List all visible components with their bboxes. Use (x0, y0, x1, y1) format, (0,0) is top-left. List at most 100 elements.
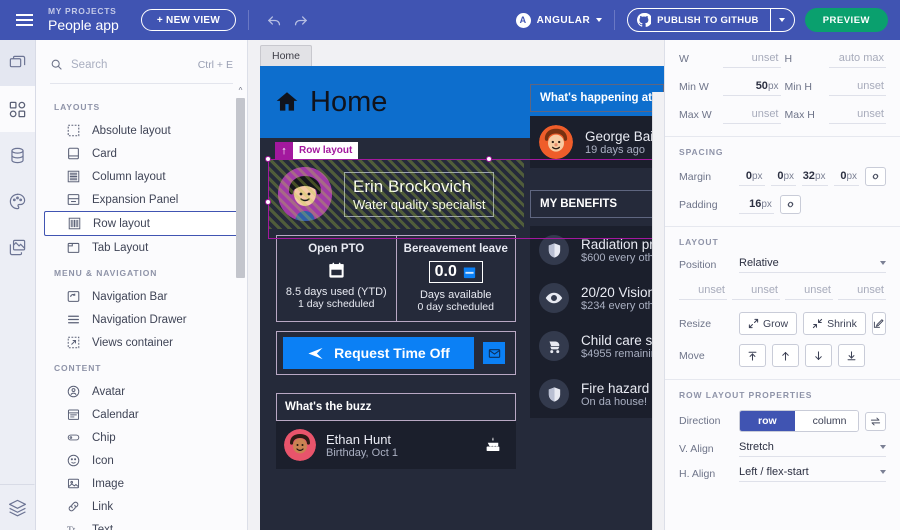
grow-button[interactable]: Grow (739, 312, 797, 335)
pto-card-bereavement[interactable]: Bereavement leave 0.0 Days avai (396, 236, 516, 321)
benefit-item[interactable]: 20/20 Vision $234 every oth (530, 274, 664, 322)
publish-dropdown-button[interactable] (770, 9, 794, 31)
benefit-item[interactable]: Fire hazard p On da house! (530, 370, 664, 418)
palette-item-label: Avatar (92, 386, 125, 398)
min-width-label: Min W (679, 81, 719, 93)
min-height-input[interactable]: unset (829, 78, 887, 96)
theme-icon[interactable] (0, 178, 35, 224)
offset-right-input[interactable]: unset (732, 282, 780, 300)
resize-label: Resize (679, 318, 733, 330)
resize-handle[interactable] (265, 156, 271, 162)
redo-icon[interactable] (287, 7, 313, 33)
pages-icon[interactable] (0, 40, 35, 86)
move-to-bottom-icon[interactable] (838, 344, 865, 367)
valign-select[interactable]: Stretch (739, 441, 886, 457)
palette-scrollbar[interactable]: ^ (236, 86, 245, 530)
media-icon[interactable] (0, 224, 35, 270)
canvas-stage[interactable]: Home (260, 66, 664, 530)
palette-item-icon[interactable]: Icon (44, 449, 239, 472)
offset-left-input[interactable]: unset (838, 282, 886, 300)
position-select[interactable]: Relative (739, 257, 886, 273)
margin-bottom-input[interactable]: 32px (802, 168, 828, 186)
margin-left-input[interactable]: 0px (834, 168, 860, 186)
move-down-icon[interactable] (805, 344, 832, 367)
search-shortcut: Ctrl + E (198, 59, 233, 71)
palette-item-tab-layout[interactable]: Tab Layout (44, 236, 239, 259)
palette-item-row-layout[interactable]: Row layout (44, 211, 239, 236)
width-input[interactable]: unset (723, 50, 781, 68)
search-icon (50, 58, 63, 71)
palette-item-label: Navigation Drawer (92, 314, 187, 326)
buzz-item[interactable]: Ethan Hunt Birthday, Oct 1 (276, 421, 516, 469)
palette-item-calendar[interactable]: Calendar (44, 403, 239, 426)
undo-icon[interactable] (261, 7, 287, 33)
min-width-input[interactable]: 50px (723, 78, 781, 96)
search-bar[interactable]: Search Ctrl + E (50, 46, 233, 84)
max-width-input[interactable]: unset (723, 106, 781, 124)
palette-item-card[interactable]: Card (44, 142, 239, 165)
palette-item-expansion-panel[interactable]: Expansion Panel (44, 188, 239, 211)
selection-badge[interactable]: ↑ Row layout (275, 142, 358, 159)
scroll-up-icon[interactable]: ^ (236, 86, 245, 96)
search-input[interactable]: Search (71, 59, 190, 71)
swap-icon[interactable] (865, 412, 886, 431)
hamburger-icon[interactable] (0, 14, 48, 26)
bereavement-value-box[interactable]: 0.0 (429, 261, 483, 283)
offset-top-input[interactable]: unset (679, 282, 727, 300)
padding-label: Padding (679, 199, 733, 211)
benefit-item-name: Fire hazard p (581, 381, 661, 396)
margin-top-input[interactable]: 0px (739, 168, 765, 186)
palette-item-label: Image (92, 478, 124, 490)
direction-toggle[interactable]: row column (739, 410, 859, 432)
move-up-icon[interactable]: ↑ (275, 142, 293, 159)
margin-right-input[interactable]: 0px (771, 168, 797, 186)
direction-row-option[interactable]: row (740, 411, 795, 431)
framework-selector[interactable]: A ANGULAR (516, 13, 603, 28)
palette-item-chip[interactable]: Chip (44, 426, 239, 449)
publish-to-github-button[interactable]: PUBLISH TO GITHUB (627, 8, 795, 32)
move-up-icon[interactable] (772, 344, 799, 367)
tab-home[interactable]: Home (260, 45, 312, 66)
halign-select[interactable]: Left / flex-start (739, 466, 886, 482)
properties-panel: W unset H auto max Min W 50px Min H unse… (664, 40, 900, 530)
request-time-off-button[interactable]: Request Time Off (283, 337, 474, 369)
shrink-button[interactable]: Shrink (803, 312, 866, 335)
palette-item-absolute-layout[interactable]: Absolute layout (44, 119, 239, 142)
divider (614, 10, 615, 30)
direction-column-option[interactable]: column (795, 411, 859, 431)
palette-item-navigation-bar[interactable]: Navigation Bar (44, 285, 239, 308)
data-icon[interactable] (0, 132, 35, 178)
resize-handle[interactable] (265, 199, 271, 205)
new-view-button[interactable]: + NEW VIEW (141, 9, 236, 31)
palette-item-avatar[interactable]: Avatar (44, 380, 239, 403)
palette-item-link[interactable]: Link (44, 495, 239, 518)
max-height-input[interactable]: unset (829, 106, 887, 124)
move-to-top-icon[interactable] (739, 344, 766, 367)
layers-icon[interactable] (0, 484, 35, 530)
offset-bottom-input[interactable]: unset (785, 282, 833, 300)
selection-frame[interactable]: ↑ Row layout (268, 159, 664, 239)
components-icon[interactable] (0, 86, 35, 132)
halign-value: Left / flex-start (739, 466, 809, 478)
palette-item-image[interactable]: Image (44, 472, 239, 495)
height-input[interactable]: auto max (829, 50, 887, 68)
palette-item-column-layout[interactable]: Column layout (44, 165, 239, 188)
palette-item-views-container[interactable]: Views container (44, 331, 239, 354)
palette-item-navigation-drawer[interactable]: Navigation Drawer (44, 308, 239, 331)
preview-button[interactable]: PREVIEW (805, 8, 888, 32)
resize-handle[interactable] (486, 156, 492, 162)
pto-card-open[interactable]: Open PTO 8.5 days used (YTD) 1 day sched… (277, 236, 396, 321)
chip-icon (66, 431, 81, 444)
pto-card-line1: 8.5 days used (YTD) (281, 286, 392, 298)
edit-icon[interactable] (872, 312, 886, 335)
scrollbar-thumb[interactable] (236, 98, 245, 278)
benefit-item[interactable]: Child care sa $4955 remainin (530, 322, 664, 370)
palette-item-text[interactable]: Tt Text (44, 518, 239, 530)
mail-icon[interactable] (483, 342, 505, 364)
padding-input[interactable]: 16px (739, 196, 774, 214)
halign-row: H. Align Left / flex-start (679, 466, 886, 482)
link-values-icon[interactable] (780, 195, 801, 214)
canvas-scrollbar[interactable] (652, 92, 664, 530)
publish-main[interactable]: PUBLISH TO GITHUB (628, 9, 770, 31)
link-values-icon[interactable] (865, 167, 886, 186)
